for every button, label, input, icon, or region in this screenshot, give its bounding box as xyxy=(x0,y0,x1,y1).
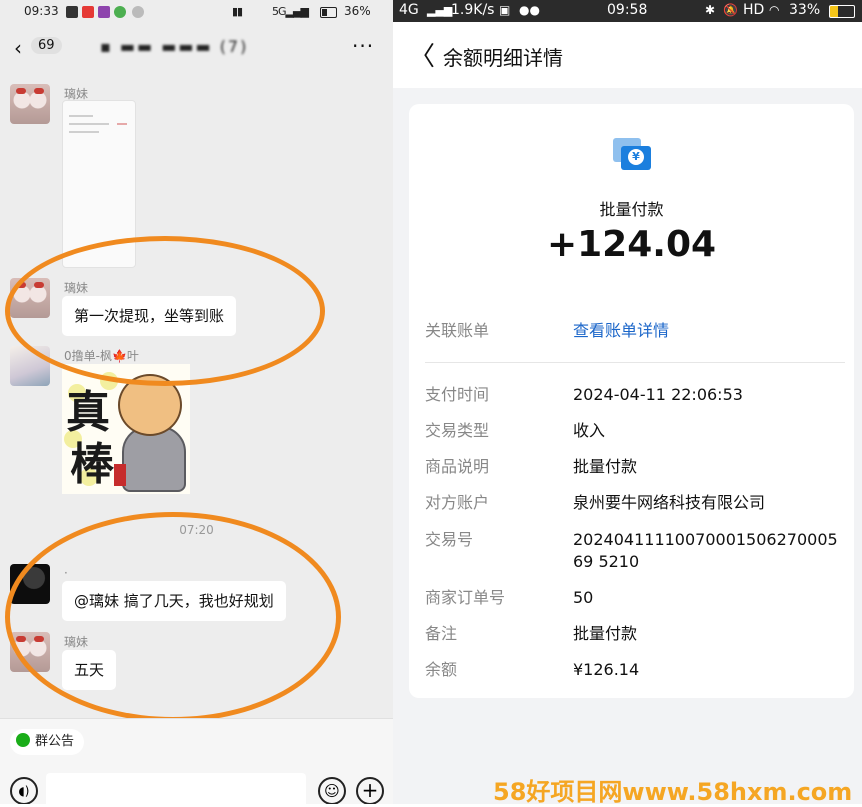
avatar[interactable] xyxy=(10,564,50,604)
message-bubble[interactable]: 五天 xyxy=(62,650,117,690)
avatar[interactable] xyxy=(10,278,50,318)
detail-value: 泉州要牛网络科技有限公司 xyxy=(573,493,766,512)
more-options-button[interactable]: ··· xyxy=(352,34,374,58)
sender-name: 0撸单-枫🍁叶 xyxy=(64,349,139,363)
battery-level: 36% xyxy=(344,4,371,18)
battery-icon xyxy=(829,5,855,18)
nfc-icon: ▮▮ xyxy=(232,5,243,18)
detail-label: 余额 xyxy=(425,660,458,679)
detail-label: 对方账户 xyxy=(425,493,490,512)
detail-label: 商家订单号 xyxy=(425,588,506,607)
detail-label: 商品说明 xyxy=(425,457,490,476)
group-notice-button[interactable]: 群公告 xyxy=(10,729,85,755)
detail-label: 支付时间 xyxy=(425,385,490,404)
status-bar: 4G ▂▄▆ 1.9K/s ▣ ●● 09:58 ✱ 🔕 HD ◠ 33% xyxy=(393,0,862,22)
detail-value: 50 xyxy=(573,588,594,607)
payment-transfer-icon: ¥ xyxy=(613,138,653,170)
detail-label: 交易号 xyxy=(425,530,474,549)
back-icon[interactable]: 〈 xyxy=(409,36,435,73)
status-bar: 09:33 ▮▮ 5G▂▄▆ 36% xyxy=(0,0,393,24)
wifi-icon: ◠ xyxy=(769,3,780,17)
sender-name: 璃妹 xyxy=(64,281,89,295)
battery-icon xyxy=(320,7,337,18)
site-watermark: 58好项目网www.58hxm.com xyxy=(493,778,853,806)
detail-value: 2024-04-11 22:06:53 xyxy=(573,385,743,404)
detail-value: 批量付款 xyxy=(573,457,638,476)
emoji-icon[interactable]: ☺ xyxy=(318,777,346,804)
detail-value: 2024041111007000150627000569 5210 xyxy=(573,530,838,571)
transaction-amount: +124.04 xyxy=(546,224,717,265)
sender-name: · xyxy=(64,566,68,580)
app-notification-icon-3 xyxy=(132,6,144,18)
detail-label: 交易类型 xyxy=(425,421,490,440)
voice-input-icon[interactable]: ◖) xyxy=(10,777,38,804)
seal-stamp xyxy=(114,464,126,486)
detail-label: 备注 xyxy=(425,624,458,643)
video-app-icon xyxy=(98,6,110,18)
sticker-image[interactable]: 真 棒 xyxy=(62,364,190,494)
message-bubble[interactable]: @璃妹 搞了几天，我也好规划 xyxy=(62,581,286,621)
chat-screen: 09:33 ▮▮ 5G▂▄▆ 36% ‹ 69 ▪ ▬▬ ▬▬▬ (7) ···… xyxy=(0,0,393,804)
chat-header: ‹ 69 ▪ ▬▬ ▬▬▬ (7) ··· xyxy=(0,24,393,72)
monk-figure xyxy=(122,426,186,492)
linked-bill-label: 关联账单 xyxy=(425,321,490,340)
hd-label: HD xyxy=(743,2,765,18)
network-type: 4G xyxy=(399,2,419,18)
mute-icon: 🔕 xyxy=(723,3,738,17)
app-notification-icon xyxy=(82,6,94,18)
status-time: 09:33 xyxy=(24,4,59,18)
wechat-icon: ●● xyxy=(519,3,540,17)
page-header: 〈 余额明细详情 xyxy=(393,22,862,88)
app-notification-icon-2 xyxy=(114,6,126,18)
sender-name: 璃妹 xyxy=(64,635,89,649)
avatar[interactable] xyxy=(10,346,50,386)
chat-timestamp: 07:20 xyxy=(179,523,214,537)
group-notice-label: 群公告 xyxy=(35,734,75,749)
signal-label: 5G xyxy=(272,5,286,18)
shared-screenshot-image[interactable] xyxy=(62,100,136,268)
app-notification-icon: ▣ xyxy=(499,3,511,17)
unread-count[interactable]: 69 xyxy=(31,37,62,54)
chat-input-area: 群公告 ◖) ☺ + xyxy=(0,718,393,804)
avatar[interactable] xyxy=(10,632,50,672)
group-title: ▪ ▬▬ ▬▬▬ (7) xyxy=(100,37,249,56)
detail-value: 收入 xyxy=(573,421,606,440)
monk-head xyxy=(118,374,182,436)
view-bill-link[interactable]: 查看账单详情 xyxy=(573,320,853,342)
balance-detail-screen: 4G ▂▄▆ 1.9K/s ▣ ●● 09:58 ✱ 🔕 HD ◠ 33% 〈 … xyxy=(393,0,862,804)
notification-icon xyxy=(66,6,78,18)
detail-value: 批量付款 xyxy=(573,624,638,643)
message-input[interactable] xyxy=(46,773,306,804)
battery-level: 33% xyxy=(789,2,821,18)
plus-icon[interactable]: + xyxy=(356,777,384,804)
page-title: 余额明细详情 xyxy=(443,46,563,70)
sticker-text: 棒 xyxy=(70,439,114,490)
group-member-count: (7) xyxy=(219,37,249,56)
avatar[interactable] xyxy=(10,84,50,124)
detail-value: ¥126.14 xyxy=(573,660,640,679)
signal-icon: ▂▄▆ xyxy=(427,4,453,17)
transaction-name: 批量付款 xyxy=(599,200,664,219)
notice-icon xyxy=(16,733,30,747)
back-icon[interactable]: ‹ xyxy=(14,36,22,60)
transaction-card: ¥ 批量付款 +124.04 关联账单 查看账单详情 支付时间 2024-04-… xyxy=(409,104,854,698)
status-time: 09:58 xyxy=(607,2,648,18)
message-bubble[interactable]: 第一次提现，坐等到账 xyxy=(62,296,237,336)
divider xyxy=(425,362,845,363)
bluetooth-icon: ✱ xyxy=(705,3,716,17)
network-speed: 1.9K/s xyxy=(451,2,495,18)
signal-icon: 5G▂▄▆ xyxy=(272,5,309,18)
